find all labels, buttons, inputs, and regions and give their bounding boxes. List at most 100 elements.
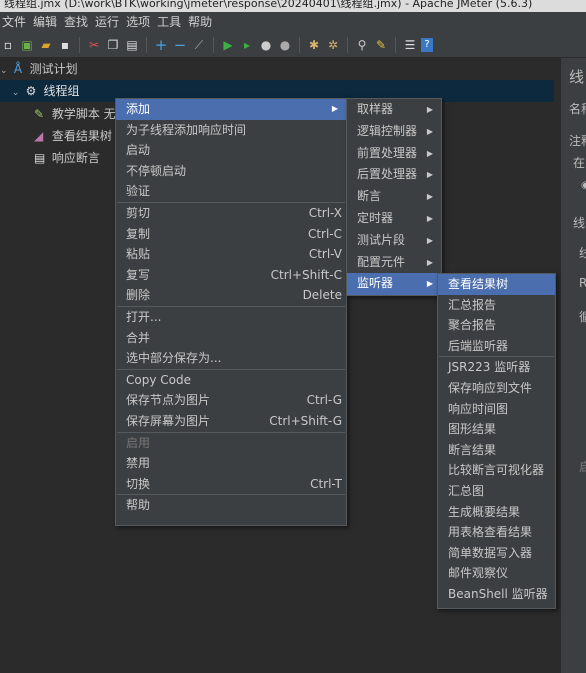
listener-item-compare-assertion[interactable]: 比较断言可视化器 <box>438 460 555 481</box>
listener-item-mailer-visualizer[interactable]: 邮件观察仪 <box>438 563 555 584</box>
templates-icon[interactable]: ▣ <box>19 37 35 53</box>
new-icon[interactable]: ▫ <box>0 37 16 53</box>
radio-icon[interactable]: ◉ <box>581 180 586 191</box>
submenu-item-logic-controller[interactable]: 逻辑控制器 ▶ <box>347 121 441 143</box>
submenu-item-timer[interactable]: 定时器 ▶ <box>347 208 441 230</box>
menu-item-save-screen-image[interactable]: 保存屏幕为图片 Ctrl+Shift-G <box>116 411 346 432</box>
menu-item-start[interactable]: 启动 <box>116 140 346 161</box>
listener-item-summary-report[interactable]: 汇总报告 <box>438 295 555 316</box>
submenu-item-assertions[interactable]: 断言 ▶ <box>347 186 441 208</box>
add-submenu: 取样器 ▶ 逻辑控制器 ▶ 前置处理器 ▶ 后置处理器 ▶ 断言 ▶ 定时器 ▶ 测试片段 ▶… <box>346 98 442 296</box>
menu-item-add[interactable]: 添加 ▶ <box>116 99 346 120</box>
chevron-right-icon: ▶ <box>426 257 433 267</box>
menu-edit[interactable]: 编辑 <box>31 12 62 32</box>
submenu-item-post-processors[interactable]: 后置处理器 ▶ <box>347 164 441 186</box>
tree-node-label: 查看结果树 <box>51 129 112 143</box>
toggle-icon[interactable]: ⟋ <box>191 37 207 53</box>
paste-icon[interactable]: ▤ <box>124 37 140 53</box>
clear-icon[interactable]: ✱ <box>306 37 322 53</box>
chevron-right-icon: ▶ <box>426 192 433 202</box>
element-editor-panel: 线 名称 注释 在 ◉ 线 线 R 循 启 <box>560 58 586 673</box>
menu-tools[interactable]: 工具 <box>155 12 186 32</box>
submenu-item-sampler[interactable]: 取样器 ▶ <box>347 99 441 121</box>
threads-label: 线 <box>579 244 586 261</box>
menu-run[interactable]: 运行 <box>93 12 124 32</box>
open-icon[interactable]: ▰ <box>38 37 54 53</box>
chevron-right-icon: ▶ <box>426 279 433 289</box>
listener-item-beanshell[interactable]: BeanShell 监听器 <box>438 584 555 605</box>
test-plan-icon: Å <box>13 62 23 76</box>
menu-item-merge[interactable]: 合并 <box>116 328 346 349</box>
tree-node-sampler[interactable]: ✎ 教学脚本 无 <box>34 103 116 125</box>
stop-icon[interactable]: ● <box>258 37 274 53</box>
submenu-item-test-fragment[interactable]: 测试片段 ▶ <box>347 230 441 252</box>
menu-item-copy[interactable]: 复制 Ctrl-C <box>116 224 346 245</box>
toolbar-separator <box>79 36 80 53</box>
menu-item-cut[interactable]: 剪切 Ctrl-X <box>116 203 346 224</box>
menu-item-save-selection-as[interactable]: 选中部分保存为... <box>116 348 346 369</box>
listener-item-view-results-table[interactable]: 用表格查看结果 <box>438 522 555 543</box>
expand-icon[interactable]: + <box>153 37 169 53</box>
chevron-down-icon[interactable]: ⌄ <box>12 82 22 104</box>
menu-options[interactable]: 选项 <box>124 12 155 32</box>
menu-item-disable[interactable]: 禁用 <box>116 453 346 474</box>
listener-item-generate-summary[interactable]: 生成概要结果 <box>438 502 555 523</box>
menu-item-save-node-image[interactable]: 保存节点为图片 Ctrl-G <box>116 390 346 411</box>
submenu-item-pre-processors[interactable]: 前置处理器 ▶ <box>347 143 441 165</box>
save-icon[interactable]: ▪ <box>57 37 73 53</box>
start-no-pause-icon[interactable]: ▸ <box>239 37 255 53</box>
toolbar-separator <box>347 36 348 53</box>
listener-item-simple-data-writer[interactable]: 简单数据写入器 <box>438 543 555 564</box>
listener-item-assertion-results[interactable]: 断言结果 <box>438 440 555 461</box>
search-icon[interactable]: ⚲ <box>354 37 370 53</box>
submenu-item-listener[interactable]: 监听器 ▶ <box>347 273 441 296</box>
menu-item-open[interactable]: 打开... <box>116 307 346 328</box>
menu-item-add-think-times[interactable]: 为子线程添加响应时间 <box>116 120 346 141</box>
listener-item-view-results-tree[interactable]: 查看结果树 <box>438 274 555 295</box>
chevron-down-icon[interactable]: ⌄ <box>0 60 10 82</box>
listener-item-save-responses[interactable]: 保存响应到文件 <box>438 378 555 399</box>
window-title-bar: 线程组.jmx (D:\work\BTK\working\jmeter\resp… <box>0 0 586 12</box>
collapse-icon[interactable]: − <box>172 37 188 53</box>
menu-item-copy-code[interactable]: Copy Code <box>116 370 346 391</box>
thread-properties-label: 线 <box>573 216 586 230</box>
menu-help[interactable]: 帮助 <box>186 12 217 32</box>
menu-item-duplicate[interactable]: 复写 Ctrl+Shift-C <box>116 265 346 286</box>
toolbar-separator <box>395 36 396 53</box>
menu-search[interactable]: 查找 <box>62 12 93 32</box>
listener-item-aggregate-report[interactable]: 聚合报告 <box>438 315 555 336</box>
copy-icon[interactable]: ❐ <box>105 37 121 53</box>
tree-node-label: 响应断言 <box>51 151 100 165</box>
toolbar-separator <box>299 36 300 53</box>
assertion-icon: ▤ <box>34 151 46 165</box>
listener-item-jsr223[interactable]: JSR223 监听器 <box>438 357 555 378</box>
clear-all-icon[interactable]: ✲ <box>325 37 341 53</box>
cut-icon[interactable]: ✂ <box>86 37 102 53</box>
tree-node-test-plan[interactable]: ⌄ Å 测试计划 <box>0 58 78 80</box>
tree-node-label: 测试计划 <box>29 62 78 76</box>
startup-label: 启 <box>579 458 586 475</box>
shutdown-icon[interactable]: ● <box>277 37 293 53</box>
menu-file[interactable]: 文件 <box>0 12 31 32</box>
reset-search-icon[interactable]: ✎ <box>373 37 389 53</box>
listener-item-graph-results[interactable]: 图形结果 <box>438 419 555 440</box>
tree-node-view-results-tree[interactable]: ◢ 查看结果树 <box>34 125 112 147</box>
help-icon[interactable]: ? <box>421 37 433 52</box>
chevron-right-icon: ▶ <box>426 148 433 158</box>
submenu-item-config-element[interactable]: 配置元件 ▶ <box>347 252 441 274</box>
tree-node-response-assertion[interactable]: ▤ 响应断言 <box>34 147 100 169</box>
menu-item-help[interactable]: 帮助 <box>116 495 346 516</box>
toolbar-separator <box>146 36 147 53</box>
name-label: 名称 <box>569 102 586 116</box>
listener-item-response-time-graph[interactable]: 响应时间图 <box>438 399 555 420</box>
menu-item-validate[interactable]: 验证 <box>116 181 346 202</box>
chart-icon: ◢ <box>34 129 44 143</box>
menu-item-toggle[interactable]: 切换 Ctrl-T <box>116 474 346 495</box>
listener-item-summary-graph[interactable]: 汇总图 <box>438 481 555 502</box>
listener-item-backend-listener[interactable]: 后端监听器 <box>438 336 555 357</box>
function-helper-icon[interactable]: ☰ <box>402 37 418 53</box>
menu-item-delete[interactable]: 删除 Delete <box>116 285 346 306</box>
menu-item-paste[interactable]: 粘贴 Ctrl-V <box>116 244 346 265</box>
start-icon[interactable]: ▶ <box>220 37 236 53</box>
menu-item-start-no-pauses[interactable]: 不停顿启动 <box>116 161 346 182</box>
